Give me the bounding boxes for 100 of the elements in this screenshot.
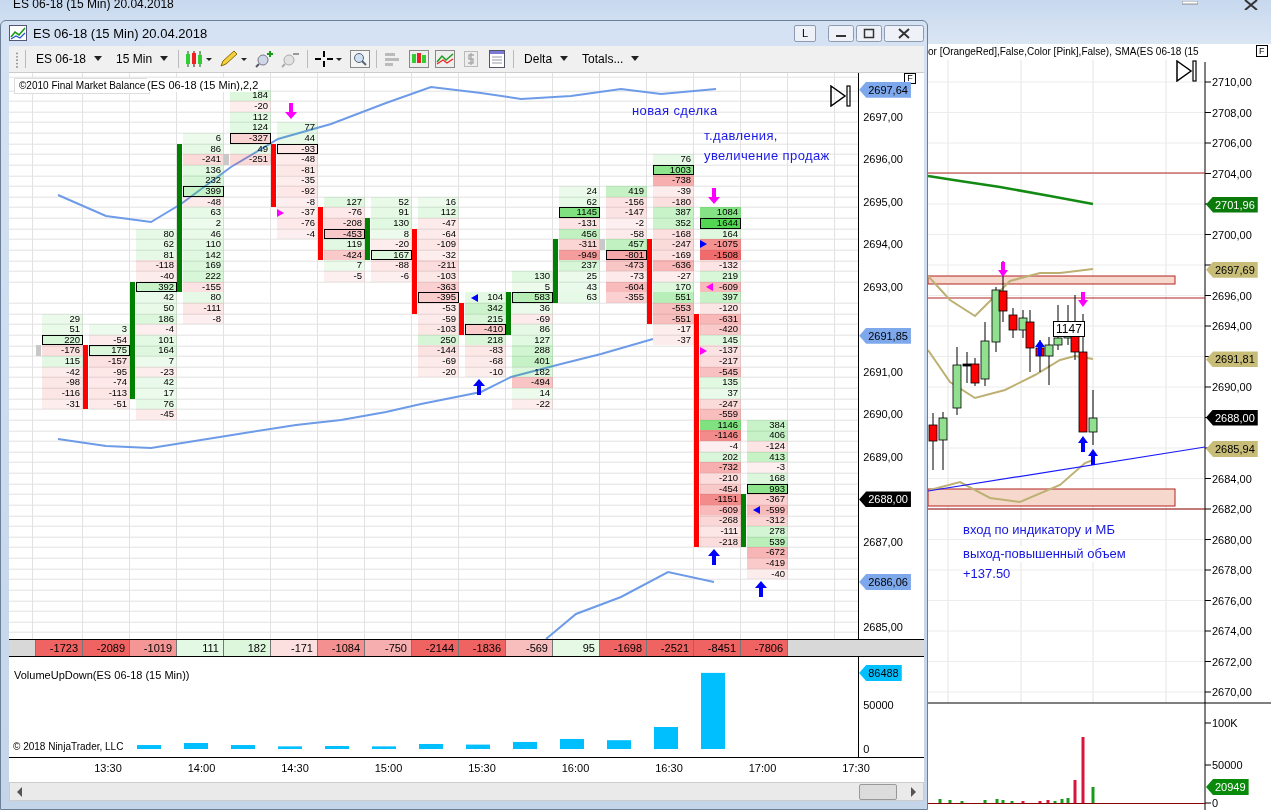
volume-axis-label: 50000 — [1212, 758, 1243, 773]
price-axis-label: 2685,00 — [863, 619, 903, 635]
price-axis-label: 2674,00 — [1212, 624, 1252, 639]
total-cell: -1836 — [458, 639, 505, 656]
delta-cell: -74 — [89, 377, 130, 388]
delta-cell: 419 — [606, 186, 647, 197]
volume-axis-label: 0 — [863, 742, 871, 757]
delta-cell: -553 — [653, 302, 694, 314]
chart-note: вход по индикатору и МБ — [963, 522, 1115, 538]
delta-cell: -8 — [183, 313, 224, 325]
total-cell: -2144 — [411, 639, 458, 656]
minimize-icon[interactable] — [828, 24, 854, 42]
instrument-dropdown[interactable]: ES 06-18 — [32, 51, 107, 66]
delta-cell: -32 — [418, 249, 459, 261]
magnifier-icon[interactable] — [350, 49, 371, 68]
delta-cell: -48 — [277, 154, 318, 165]
delta-cell: 202 — [700, 451, 741, 463]
delta-cell: -355 — [606, 292, 647, 303]
skip-to-end-icon[interactable] — [1176, 60, 1198, 82]
delta-cell: -20 — [418, 366, 459, 378]
time-axis-label: 17:30 — [842, 762, 870, 774]
zoom-in-icon[interactable] — [255, 49, 276, 68]
total-cell: -2089 — [82, 639, 129, 656]
volume-tag: 86488 — [859, 664, 902, 681]
delta-cell: -111 — [183, 302, 224, 314]
volume-bar — [1046, 800, 1050, 803]
delta-cell: -2 — [606, 217, 647, 229]
scrollbar-thumb[interactable] — [859, 783, 897, 800]
up-arrow-icon — [1088, 449, 1098, 465]
delta-cell: -83 — [465, 345, 506, 357]
price-axis-label: 2690,00 — [863, 407, 903, 423]
time-axis-label: 14:00 — [187, 762, 216, 774]
maximize-icon[interactable] — [856, 24, 882, 42]
delta-cell: 86 — [183, 143, 224, 155]
delta-cell: -424 — [324, 249, 365, 261]
delta-cell: -68 — [465, 356, 506, 367]
skip-to-end-icon[interactable] — [830, 84, 852, 107]
time-axis-label: 16:30 — [655, 762, 683, 774]
delta-cell: 145 — [700, 334, 741, 346]
data-table-icon[interactable] — [487, 49, 508, 68]
crosshair-icon[interactable] — [314, 49, 345, 68]
delta-cell: 413 — [747, 451, 788, 463]
delta-cell: 86 — [512, 324, 553, 335]
candlestick-icon[interactable] — [185, 49, 214, 68]
chart-note: выход-повышенный объем — [963, 546, 1126, 562]
delta-cell: 3 — [89, 324, 130, 335]
volume-axis-label: 0 — [1212, 796, 1219, 810]
delta-cell: 62 — [136, 239, 177, 250]
volume-bar — [1073, 780, 1077, 803]
delta-cell: 164 — [136, 345, 177, 357]
up-arrow-icon — [1078, 436, 1088, 452]
chart-style-dropdown[interactable]: Delta — [520, 51, 573, 66]
price-tag: 2691,81 — [1206, 351, 1258, 368]
candle — [991, 286, 1001, 353]
candle-chart-icon[interactable] — [409, 49, 430, 68]
delta-cell: -73 — [606, 271, 647, 282]
delta-cell: -1151 — [700, 494, 741, 505]
panel-button[interactable]: F — [1256, 45, 1268, 57]
delta-cell: -31 — [42, 398, 83, 410]
chart-annotation: т.давления, — [704, 127, 778, 143]
close-icon[interactable] — [884, 24, 924, 42]
horizontal-scrollbar[interactable] — [9, 782, 924, 801]
delta-cell: -312 — [747, 515, 788, 527]
chart-annotation: увеличение продаж — [704, 147, 830, 163]
delta-cell: 44 — [277, 132, 318, 144]
volume-bar — [372, 746, 396, 749]
pencil-icon[interactable] — [219, 49, 250, 68]
delta-cell: 135 — [700, 377, 741, 388]
scroll-left-icon[interactable] — [16, 786, 24, 797]
delta-cell: -251 — [230, 154, 271, 165]
caret-icon — [631, 56, 640, 62]
price-axis-label: 2706,00 — [1212, 136, 1252, 151]
scroll-right-icon[interactable] — [909, 786, 917, 797]
delta-cell: -211 — [418, 260, 459, 272]
interval-dropdown[interactable]: 15 Min — [112, 51, 173, 66]
volume-axis-label: 100K — [1212, 716, 1238, 731]
window-option-button[interactable]: L — [794, 24, 816, 42]
delta-cell: -157 — [89, 356, 130, 367]
price-tag: 2685,94 — [1206, 440, 1258, 457]
close-icon[interactable] — [1244, 0, 1258, 10]
delta-cell: -155 — [183, 281, 224, 293]
delta-cell: -93 — [277, 143, 318, 155]
delta-cell: 182 — [512, 366, 553, 378]
delta-cell: 17 — [136, 387, 177, 399]
delta-cell: 42 — [136, 377, 177, 388]
delta-cell: 37 — [700, 387, 741, 399]
delta-cell: -10 — [465, 366, 506, 378]
price-tag: 2686,06 — [859, 573, 911, 590]
line-chart-icon[interactable] — [435, 49, 456, 68]
delta-cell: 29 — [42, 313, 83, 325]
delta-cell: -147 — [606, 207, 647, 218]
price-axis-label: 2708,00 — [1212, 105, 1252, 121]
total-cell: -171 — [270, 639, 317, 656]
delta-cell: -53 — [418, 302, 459, 314]
totals-dropdown[interactable]: Totals... — [578, 51, 644, 66]
delta-cell: -551 — [653, 313, 694, 325]
delta-cell: 457 — [606, 239, 647, 250]
delta-cell: -1146 — [700, 430, 741, 442]
window-title: ES 06-18 (15 Min) 20.04.2018 — [13, 0, 174, 11]
volume-bar — [137, 745, 161, 749]
